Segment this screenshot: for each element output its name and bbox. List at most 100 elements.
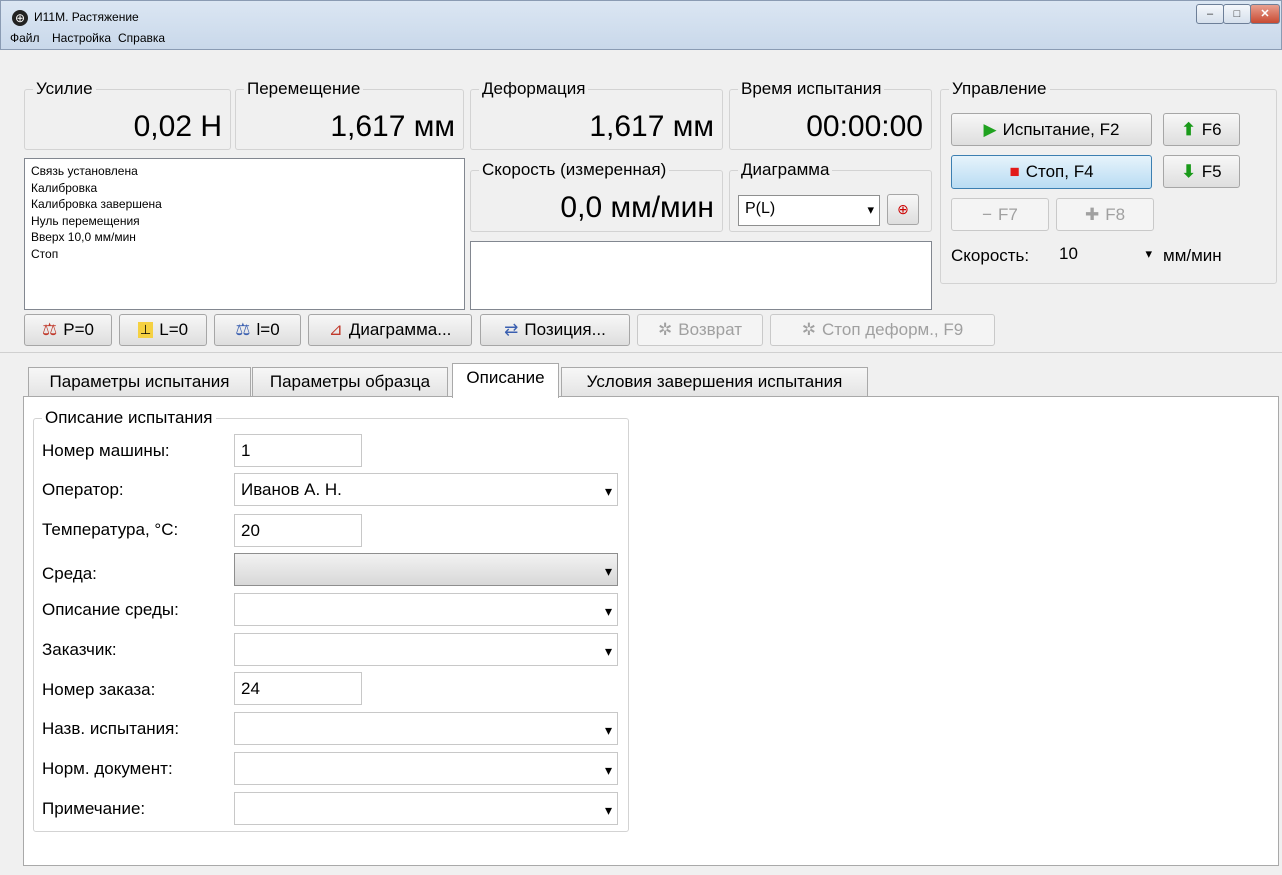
control-label: Управление: [949, 80, 1050, 98]
field-label-operator: Оператор:: [42, 480, 124, 499]
field-label-note: Примечание:: [42, 799, 146, 818]
up-label: F6: [1201, 119, 1222, 139]
extensometer-icon: ⚖: [235, 320, 251, 339]
order-number-input[interactable]: 24: [234, 672, 362, 705]
description-title: Описание испытания: [42, 409, 216, 427]
start-test-button[interactable]: ▶ Испытание, F2: [951, 113, 1152, 146]
force-group: Усилие 0,02 Н: [24, 80, 231, 150]
maximize-button[interactable]: □: [1223, 4, 1251, 24]
menu-file[interactable]: Файл: [10, 31, 40, 45]
env-description-combo[interactable]: [234, 593, 618, 626]
arrow-up-icon: ⬆: [1181, 119, 1196, 139]
diagram-label: Диаграмма: [738, 161, 833, 179]
displacement-value: 1,617 мм: [330, 110, 455, 143]
diagram-group: Диаграмма P(L) ⊕: [729, 161, 932, 232]
stop-button[interactable]: ■ Стоп, F4: [951, 155, 1152, 189]
field-label-customer: Заказчик:: [42, 640, 117, 659]
crosshair-icon: ⊕: [897, 201, 909, 217]
diagram-target-button[interactable]: ⊕: [887, 194, 919, 225]
log-line: Калибровка завершена: [31, 197, 162, 211]
minus-icon: −: [982, 204, 993, 224]
test-name-combo[interactable]: [234, 712, 618, 745]
down-label: F5: [1201, 161, 1222, 181]
stop-icon: ■: [1009, 162, 1020, 181]
plus-icon: ✚: [1084, 204, 1100, 224]
environment-combo[interactable]: [234, 553, 618, 586]
deformation-label: Деформация: [479, 80, 589, 98]
deformation-group: Деформация 1,617 мм: [470, 80, 723, 150]
event-log: Связь установлена Калибровка Калибровка …: [24, 158, 465, 310]
stop-label: Стоп, F4: [1025, 162, 1094, 181]
l-zero-button[interactable]: ⊥ L=0: [119, 314, 207, 346]
divider: [0, 352, 1282, 353]
f7-label: F7: [998, 204, 1018, 224]
chart-icon: ⊿: [328, 320, 343, 339]
displacement-label: Перемещение: [244, 80, 364, 98]
temperature-input[interactable]: 20: [234, 514, 362, 547]
diagram-select[interactable]: P(L): [738, 195, 880, 226]
force-label: Усилие: [33, 80, 96, 98]
log-line: Связь установлена: [31, 164, 138, 178]
operator-combo[interactable]: Иванов А. Н.: [234, 473, 618, 506]
play-icon: ▶: [983, 119, 997, 139]
deformation-value: 1,617 мм: [589, 110, 714, 143]
machine-number-input[interactable]: 1: [234, 434, 362, 467]
down-button[interactable]: ⬇ F5: [1163, 155, 1240, 188]
up-button[interactable]: ⬆ F6: [1163, 113, 1240, 146]
log-line: Вверх 10,0 мм/мин: [31, 230, 136, 244]
menu-settings[interactable]: Настройка: [52, 31, 111, 45]
speed-select[interactable]: 10: [1053, 240, 1157, 271]
position-button[interactable]: ⇄ Позиция...: [480, 314, 630, 346]
diagram-button[interactable]: ⊿ Диаграмма...: [308, 314, 472, 346]
speed-label: Скорость:: [951, 246, 1030, 265]
position-icon: ⇄: [504, 320, 519, 339]
stop-deform-button[interactable]: ✲ Стоп деформ., F9: [770, 314, 995, 346]
p-zero-button[interactable]: ⚖ P=0: [24, 314, 112, 346]
stop-deform-label: Стоп деформ., F9: [822, 320, 964, 339]
field-label-environment: Среда:: [42, 564, 97, 583]
arrow-down-icon: ⬇: [1181, 161, 1196, 181]
f8-label: F8: [1105, 204, 1126, 224]
scales-icon: ⊕: [12, 10, 28, 26]
start-test-label: Испытание, F2: [1002, 119, 1120, 139]
l-zero-label: L=0: [159, 320, 189, 339]
speed-measured-label: Скорость (измеренная): [479, 161, 670, 179]
minimize-button[interactable]: –: [1196, 4, 1224, 24]
tab-sample-params[interactable]: Параметры образца: [252, 367, 448, 397]
field-label-order-number: Номер заказа:: [42, 680, 156, 699]
log-line: Калибровка: [31, 180, 98, 195]
stop-deform-icon: ✲: [801, 320, 816, 339]
i-zero-label: l=0: [256, 320, 280, 339]
f7-button[interactable]: − F7: [951, 198, 1049, 231]
position-label: Позиция...: [524, 320, 606, 339]
field-label-machine: Номер машины:: [42, 441, 170, 460]
speed-measured-value: 0,0 мм/мин: [560, 191, 714, 224]
p-zero-label: P=0: [63, 320, 94, 339]
field-label-env-desc: Описание среды:: [42, 600, 179, 619]
speed-unit: мм/мин: [1163, 246, 1222, 265]
return-button[interactable]: ✲ Возврат: [637, 314, 763, 346]
test-time-label: Время испытания: [738, 80, 885, 98]
diagram-button-label: Диаграмма...: [348, 320, 452, 339]
f8-button[interactable]: ✚ F8: [1056, 198, 1154, 231]
return-label: Возврат: [678, 320, 742, 339]
log-line: Стоп: [31, 246, 59, 261]
field-label-standard: Норм. документ:: [42, 759, 173, 778]
customer-combo[interactable]: [234, 633, 618, 666]
message-area: [470, 241, 932, 310]
return-icon: ✲: [658, 320, 673, 339]
note-combo[interactable]: [234, 792, 618, 825]
window-title: И11М. Растяжение: [34, 10, 139, 24]
test-time-value: 00:00:00: [806, 110, 923, 143]
standard-doc-combo[interactable]: [234, 752, 618, 785]
i-zero-button[interactable]: ⚖ l=0: [214, 314, 301, 346]
tab-test-params[interactable]: Параметры испытания: [28, 367, 251, 397]
ruler-icon: ⊥: [137, 322, 154, 338]
force-value: 0,02 Н: [133, 110, 222, 143]
close-button[interactable]: ✕: [1250, 4, 1280, 24]
menu-help[interactable]: Справка: [118, 31, 165, 45]
field-label-test-name: Назв. испытания:: [42, 719, 180, 738]
tab-completion-conditions[interactable]: Условия завершения испытания: [561, 367, 868, 397]
tab-description[interactable]: Описание: [452, 363, 559, 398]
displacement-group: Перемещение 1,617 мм: [235, 80, 464, 150]
